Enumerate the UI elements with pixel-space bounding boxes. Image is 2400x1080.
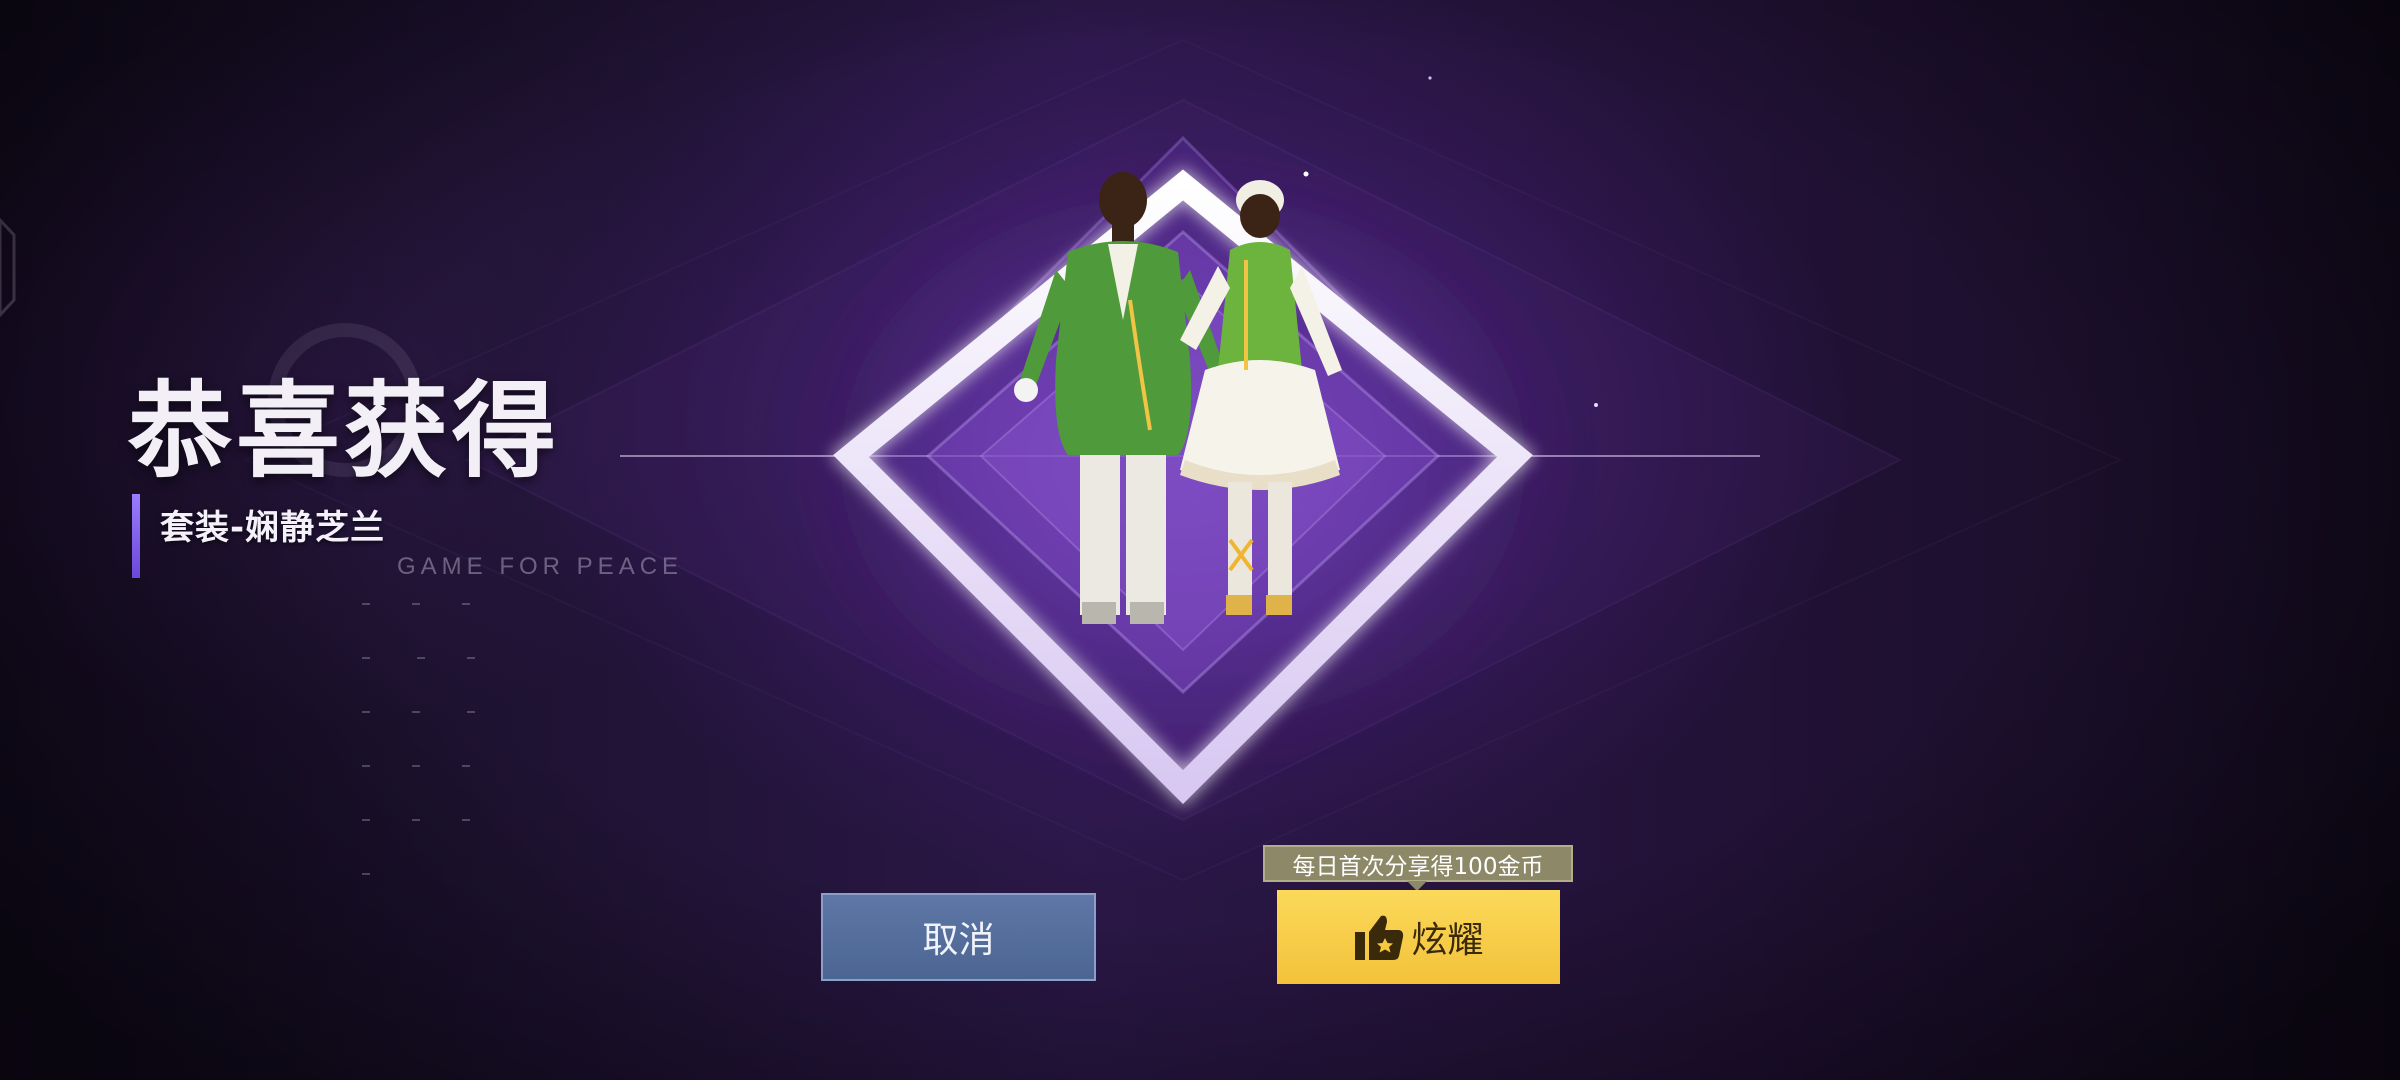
female-figure — [1180, 180, 1342, 615]
reward-title: 恭喜获得 — [128, 370, 561, 492]
share-reward-tooltip: 每日首次分享得100金币 — [1263, 845, 1573, 882]
outfit-preview — [1014, 172, 1342, 624]
cancel-button-label: 取消 — [922, 920, 995, 961]
share-button-label: 炫耀 — [1411, 920, 1484, 961]
share-button[interactable]: 炫耀 — [1277, 890, 1560, 984]
reward-item-name: 套装-娴静芝兰 — [160, 508, 386, 548]
cancel-button[interactable]: 取消 — [821, 893, 1096, 981]
decorative-dot-grid — [362, 603, 542, 927]
subtitle-accent-bar — [132, 494, 140, 578]
reward-screen: 恭喜获得 套装-娴静芝兰 GAME FOR PEACE 取消 每日首次分享得10… — [0, 0, 2400, 1080]
thumbs-up-star-icon — [1355, 915, 1404, 960]
brand-watermark: GAME FOR PEACE — [397, 553, 684, 580]
